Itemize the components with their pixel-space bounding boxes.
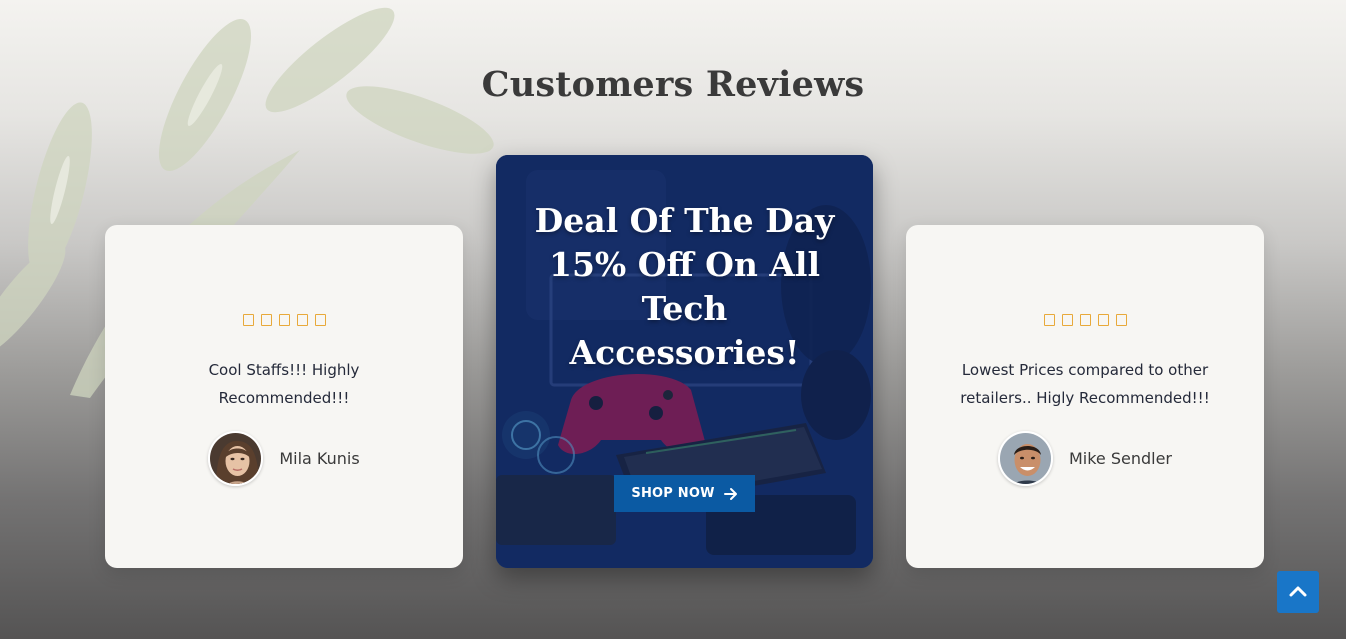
star-icon bbox=[242, 314, 254, 326]
shop-now-button[interactable]: SHOP NOW bbox=[614, 475, 755, 512]
review-text: Cool Staffs!!! Highly Recommended!!! bbox=[208, 361, 360, 407]
star-icon bbox=[1079, 314, 1091, 326]
star-rating bbox=[105, 314, 463, 326]
reviewer-name: Mike Sendler bbox=[1068, 449, 1173, 468]
promo-title: Deal Of The Day 15% Off On All Tech Acce… bbox=[534, 201, 835, 372]
chevron-up-icon bbox=[1289, 586, 1307, 597]
scroll-to-top-button[interactable] bbox=[1277, 571, 1319, 613]
reviewer: Mila Kunis bbox=[105, 431, 463, 486]
arrow-right-icon bbox=[723, 487, 737, 500]
star-icon bbox=[1115, 314, 1127, 326]
shop-now-label: SHOP NOW bbox=[631, 486, 715, 501]
star-icon bbox=[1097, 314, 1109, 326]
star-icon bbox=[260, 314, 272, 326]
star-icon bbox=[296, 314, 308, 326]
review-card: Lowest Prices compared to other retailer… bbox=[906, 225, 1264, 568]
section-title: Customers Reviews bbox=[481, 64, 865, 105]
star-icon bbox=[1061, 314, 1073, 326]
star-rating bbox=[906, 314, 1264, 326]
reviewer-name: Mila Kunis bbox=[279, 449, 360, 468]
avatar bbox=[208, 431, 264, 486]
review-card: Cool Staffs!!! Highly Recommended!!! Mil… bbox=[105, 225, 463, 568]
star-icon bbox=[314, 314, 326, 326]
star-icon bbox=[278, 314, 290, 326]
promo-banner: Deal Of The Day 15% Off On All Tech Acce… bbox=[496, 155, 873, 568]
star-icon bbox=[1043, 314, 1055, 326]
reviewer: Mike Sendler bbox=[906, 431, 1264, 486]
review-text: Lowest Prices compared to other retailer… bbox=[960, 361, 1210, 407]
avatar bbox=[997, 431, 1053, 486]
